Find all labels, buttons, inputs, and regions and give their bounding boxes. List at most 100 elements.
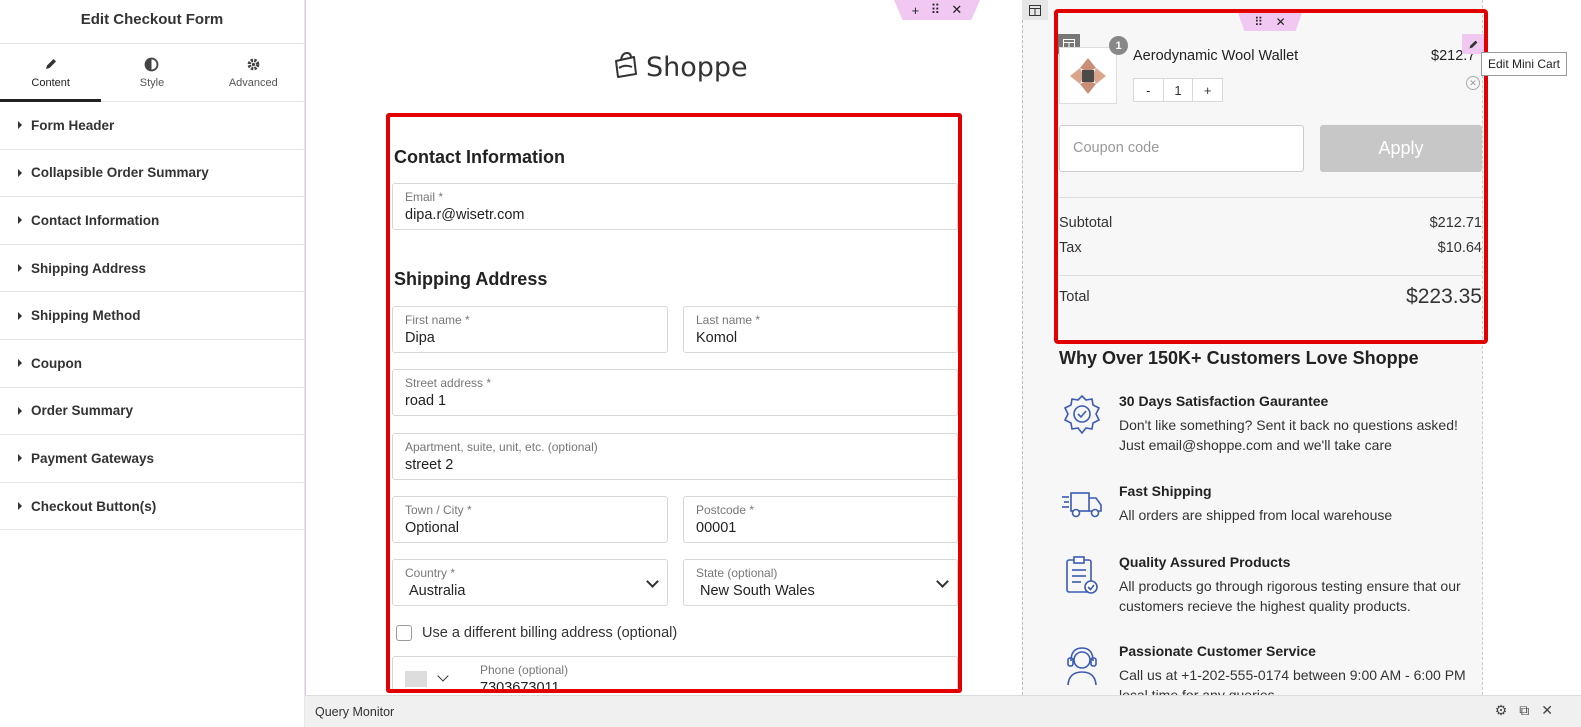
feature-text: All orders are shipped from local wareho… <box>1119 507 1393 523</box>
apartment-label: Apartment, suite, unit, etc. (optional) <box>405 440 598 454</box>
section-coupon[interactable]: Coupon <box>0 340 304 388</box>
close-icon[interactable]: ✕ <box>1541 702 1553 719</box>
section-checkout-buttons[interactable]: Checkout Button(s) <box>0 483 304 531</box>
qty-minus-button[interactable]: - <box>1134 79 1164 101</box>
query-monitor-bar: Query Monitor ⚙ ⧉ ✕ <box>305 695 1581 727</box>
chevron-down-icon <box>936 575 949 588</box>
add-section-button[interactable]: + <box>912 3 920 18</box>
query-monitor-label[interactable]: Query Monitor <box>315 705 394 719</box>
email-label: Email * <box>405 190 444 204</box>
billing-address-checkbox[interactable] <box>396 625 412 641</box>
section-label: Collapsible Order Summary <box>31 165 209 181</box>
settings-icon[interactable]: ⚙ <box>1495 702 1508 719</box>
popout-icon[interactable]: ⧉ <box>1519 702 1529 719</box>
street-address-value: road 1 <box>405 393 447 409</box>
town-city-field[interactable]: Town / City * Optional <box>392 496 668 543</box>
qty-value[interactable]: 1 <box>1164 79 1194 101</box>
editor-panel: Edit Checkout Form Content Style Advance… <box>0 0 305 727</box>
coupon-code-input[interactable]: Coupon code <box>1059 125 1304 172</box>
apply-coupon-button[interactable]: Apply <box>1320 125 1482 172</box>
section-contact-information[interactable]: Contact Information <box>0 197 304 245</box>
contact-information-title: Contact Information <box>394 147 565 167</box>
why-customers-title: Why Over 150K+ Customers Love Shoppe <box>1059 348 1419 368</box>
gear-icon <box>245 56 261 72</box>
shopping-bag-icon <box>610 50 640 85</box>
billing-address-label: Use a different billing address (optiona… <box>422 625 678 641</box>
section-payment-gateways[interactable]: Payment Gateways <box>0 435 304 483</box>
caret-right-icon <box>18 406 22 415</box>
first-name-label: First name * <box>405 313 470 327</box>
chevron-down-icon[interactable] <box>437 670 449 682</box>
section-label: Shipping Address <box>31 260 147 276</box>
state-select[interactable]: State (optional) New South Wales <box>683 559 958 606</box>
last-name-field[interactable]: Last name * Komol <box>683 306 958 353</box>
apartment-field[interactable]: Apartment, suite, unit, etc. (optional) … <box>392 433 958 480</box>
tab-content[interactable]: Content <box>0 44 102 102</box>
shipping-address-title: Shipping Address <box>394 269 548 289</box>
feature-text: Don't like something? Sent it back no qu… <box>1119 417 1458 453</box>
tab-label: Content <box>31 77 70 89</box>
section-label: Checkout Button(s) <box>31 498 157 514</box>
close-section-button[interactable]: ✕ <box>951 2 962 18</box>
country-select[interactable]: Country * Australia <box>392 559 668 606</box>
editor-canvas: + ⠿ ✕ Shoppe Contact Information Email *… <box>305 0 1581 695</box>
quantity-stepper: - 1 + <box>1133 78 1223 102</box>
divider <box>1059 275 1482 276</box>
product-image <box>1059 47 1117 104</box>
qty-plus-button[interactable]: + <box>1193 79 1222 101</box>
feature-title: Quality Assured Products <box>1119 554 1291 570</box>
tab-style[interactable]: Style <box>101 44 202 101</box>
feature-text: All products go through rigorous testing… <box>1119 578 1461 614</box>
billing-address-option: Use a different billing address (optiona… <box>396 625 677 641</box>
drag-handle-icon[interactable]: ⠿ <box>931 2 941 18</box>
logo-text: Shoppe <box>646 52 748 83</box>
section-order-summary[interactable]: Order Summary <box>0 388 304 436</box>
section-form-header[interactable]: Form Header <box>0 102 304 150</box>
section-label: Form Header <box>31 117 115 133</box>
phone-field[interactable]: Phone (optional) 7303673011 <box>392 656 958 689</box>
feature-quality-assured: Quality Assured Products All products go… <box>1059 554 1479 624</box>
subtotal-row: Subtotal $212.71 <box>1059 215 1482 231</box>
divider <box>1059 197 1482 198</box>
country-label: Country * <box>405 566 456 580</box>
contrast-icon <box>144 56 160 72</box>
section-shipping-address[interactable]: Shipping Address <box>0 245 304 293</box>
email-value: dipa.r@wisetr.com <box>405 207 525 223</box>
pencil-icon <box>1469 40 1477 48</box>
feature-fast-shipping: Fast Shipping All orders are shipped fro… <box>1059 483 1479 533</box>
last-name-label: Last name * <box>696 313 761 327</box>
truck-icon <box>1059 483 1105 529</box>
section-shipping-method[interactable]: Shipping Method <box>0 292 304 340</box>
checkout-form: Contact Information Email * dipa.r@wiset… <box>386 113 962 693</box>
column-handle[interactable] <box>1022 0 1048 20</box>
caret-right-icon <box>18 121 22 130</box>
tax-value: $10.64 <box>1437 240 1482 256</box>
badge-check-icon <box>1059 393 1105 439</box>
subtotal-value: $212.71 <box>1429 215 1482 231</box>
email-field[interactable]: Email * dipa.r@wisetr.com <box>392 183 958 230</box>
remove-item-button[interactable]: ✕ <box>1466 76 1480 90</box>
subtotal-label: Subtotal <box>1059 215 1113 231</box>
product-name: Aerodynamic Wool Wallet <box>1133 48 1299 64</box>
postcode-field[interactable]: Postcode * 00001 <box>683 496 958 543</box>
columns-icon <box>1029 4 1041 16</box>
first-name-field[interactable]: First name * Dipa <box>392 306 668 353</box>
caret-right-icon <box>18 359 22 368</box>
tab-advanced[interactable]: Advanced <box>203 44 304 101</box>
section-collapsible-order-summary[interactable]: Collapsible Order Summary <box>0 150 304 198</box>
caret-right-icon <box>18 454 22 463</box>
country-flag-icon[interactable] <box>405 671 427 687</box>
total-value: $223.35 <box>1406 285 1482 308</box>
last-name-value: Komol <box>696 330 738 346</box>
caret-right-icon <box>18 168 22 177</box>
caret-right-icon <box>18 216 22 225</box>
close-widget-button[interactable]: ✕ <box>1276 15 1286 29</box>
feature-title: 30 Days Satisfaction Gaurantee <box>1119 393 1329 409</box>
feature-text: Call us at +1-202-555-0174 between 9:00 … <box>1119 667 1466 695</box>
tax-row: Tax $10.64 <box>1059 240 1482 256</box>
feature-satisfaction: 30 Days Satisfaction Gaurantee Don't lik… <box>1059 393 1479 463</box>
edit-widget-button[interactable] <box>1462 34 1484 54</box>
drag-handle-icon[interactable]: ⠿ <box>1254 15 1263 29</box>
street-address-field[interactable]: Street address * road 1 <box>392 369 958 416</box>
tab-label: Advanced <box>228 77 278 89</box>
